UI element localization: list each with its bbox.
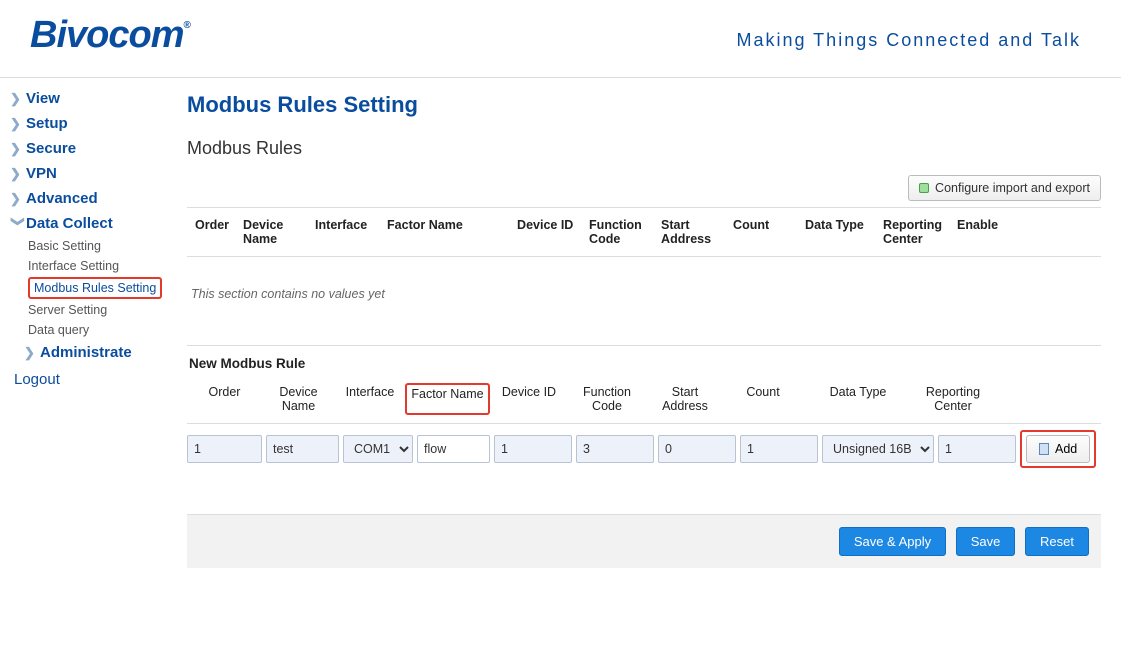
add-button-highlight: Add (1020, 430, 1096, 468)
subnav-interface-setting[interactable]: Interface Setting (28, 256, 175, 276)
col-count: Count (724, 383, 802, 415)
th-reporting-center: Reporting Center (877, 210, 949, 254)
subnav-data-query[interactable]: Data query (28, 320, 175, 340)
col-factor-name: Factor Name (405, 383, 490, 415)
chevron-right-icon: ❯ (10, 141, 26, 157)
col-device-id: Device ID (490, 383, 568, 415)
content: Modbus Rules Setting Modbus Rules Config… (175, 78, 1121, 608)
count-input[interactable] (740, 435, 818, 463)
save-apply-button[interactable]: Save & Apply (839, 527, 946, 556)
device-id-input[interactable] (494, 435, 572, 463)
start-address-input[interactable] (658, 435, 736, 463)
save-button[interactable]: Save (956, 527, 1016, 556)
nav-administrate[interactable]: ❯Administrate (10, 340, 175, 365)
th-order: Order (189, 210, 235, 254)
add-button[interactable]: Add (1026, 435, 1090, 463)
empty-message: This section contains no values yet (187, 257, 1101, 311)
import-export-icon (919, 183, 929, 193)
nav-data-collect[interactable]: ❯Data Collect (10, 211, 175, 236)
th-device-name: Device Name (237, 210, 307, 254)
nav-setup[interactable]: ❯Setup (10, 111, 175, 136)
registered-icon: ® (183, 20, 189, 31)
subnav-data-collect: Basic Setting Interface Setting Modbus R… (10, 236, 175, 340)
interface-select[interactable]: COM1 (343, 435, 413, 463)
page-title: Modbus Rules Setting (187, 92, 1101, 118)
col-interface: Interface (335, 383, 405, 415)
chevron-right-icon: ❯ (10, 191, 26, 207)
subnav-server-setting[interactable]: Server Setting (28, 300, 175, 320)
add-icon (1039, 443, 1049, 455)
tagline: Making Things Connected and Talk (736, 30, 1081, 51)
nav-advanced[interactable]: ❯Advanced (10, 186, 175, 211)
reporting-center-input[interactable] (938, 435, 1016, 463)
col-order: Order (187, 383, 262, 415)
new-rule-header-row: Order Device Name Interface Factor Name … (187, 375, 1101, 423)
nav-vpn[interactable]: ❯VPN (10, 161, 175, 186)
th-enable: Enable (951, 210, 1099, 254)
sidebar: ❯View ❯Setup ❯Secure ❯VPN ❯Advanced ❯Dat… (0, 78, 175, 608)
function-code-input[interactable] (576, 435, 654, 463)
configure-import-export-button[interactable]: Configure import and export (908, 175, 1101, 201)
subnav-modbus-rules-setting[interactable]: Modbus Rules Setting (28, 277, 162, 299)
th-start-address: Start Address (655, 210, 725, 254)
modbus-rules-table: Order Device Name Interface Factor Name … (187, 207, 1101, 257)
col-start-address: Start Address (646, 383, 724, 415)
th-factor-name: Factor Name (381, 210, 509, 254)
chevron-down-icon: ❯ (10, 216, 26, 232)
col-reporting-center: Reporting Center (914, 383, 992, 415)
reset-button[interactable]: Reset (1025, 527, 1089, 556)
th-function-code: Function Code (583, 210, 653, 254)
new-rule-title: New Modbus Rule (187, 346, 1101, 375)
th-count: Count (727, 210, 797, 254)
chevron-right-icon: ❯ (10, 91, 26, 107)
subnav-basic-setting[interactable]: Basic Setting (28, 236, 175, 256)
chevron-right-icon: ❯ (24, 345, 40, 361)
col-data-type: Data Type (802, 383, 914, 415)
th-data-type: Data Type (799, 210, 875, 254)
footer-actions: Save & Apply Save Reset (187, 514, 1101, 568)
nav-secure[interactable]: ❯Secure (10, 136, 175, 161)
data-type-select[interactable]: Unsigned 16Bits (822, 435, 934, 463)
new-rule-input-row: COM1 Unsigned 16Bits Add (187, 423, 1101, 474)
factor-name-input[interactable] (417, 435, 490, 463)
chevron-right-icon: ❯ (10, 116, 26, 132)
new-modbus-rule: New Modbus Rule Order Device Name Interf… (187, 345, 1101, 474)
nav-view[interactable]: ❯View (10, 86, 175, 111)
th-interface: Interface (309, 210, 379, 254)
header: Bivocom® Making Things Connected and Tal… (0, 0, 1121, 78)
th-device-id: Device ID (511, 210, 581, 254)
device-name-input[interactable] (266, 435, 339, 463)
order-input[interactable] (187, 435, 262, 463)
logo: Bivocom® (30, 14, 190, 57)
chevron-right-icon: ❯ (10, 166, 26, 182)
col-function-code: Function Code (568, 383, 646, 415)
section-title: Modbus Rules (187, 138, 1101, 159)
logout-link[interactable]: Logout (10, 365, 175, 388)
col-device-name: Device Name (262, 383, 335, 415)
